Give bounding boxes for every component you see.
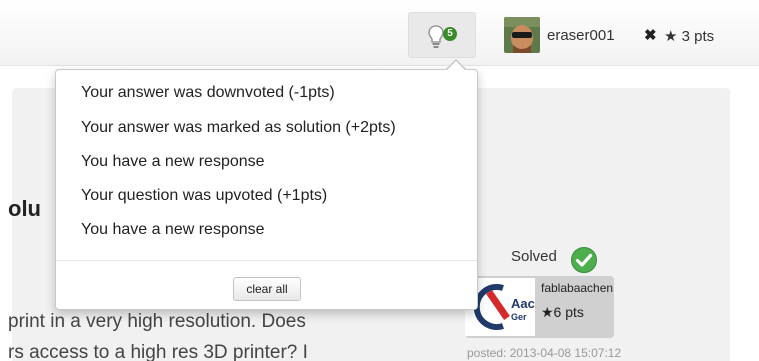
dropdown-caret-fill — [446, 61, 466, 71]
lightbulb-icon — [428, 25, 444, 48]
org-logo-subtext: Ger — [511, 312, 527, 322]
notifications-button[interactable]: 5 — [408, 12, 476, 58]
notifications-dropdown: Your answer was downvoted (-1pts) Your a… — [55, 69, 478, 310]
posted-timestamp: posted: 2013-04-08 15:07:12 — [467, 346, 622, 360]
question-body-line: rs access to a high res 3D printer? I — [8, 342, 308, 361]
answerer-points: ★6 pts — [541, 304, 584, 320]
user-menu[interactable]: eraser001 ✖ ★ 3 pts — [492, 12, 747, 58]
question-title: olu — [8, 196, 41, 221]
clear-all-button[interactable]: clear all — [233, 277, 301, 301]
top-navbar: 5 eraser001 ✖ ★ 3 pts — [0, 0, 759, 66]
answerer-name[interactable]: fablabaachen — [541, 281, 613, 295]
notification-item[interactable]: You have a new response — [81, 153, 265, 171]
dropdown-divider — [56, 260, 477, 261]
notification-item[interactable]: Your answer was marked as solution (+2pt… — [81, 119, 396, 137]
username-link[interactable]: eraser001 — [547, 27, 615, 44]
answerer-card[interactable]: Aac Ger fablabaachen ★6 pts — [465, 276, 614, 338]
avatar-image — [504, 17, 540, 53]
logout-icon[interactable]: ✖ — [644, 26, 657, 44]
checkmark-icon — [571, 247, 597, 273]
user-points: ★ 3 pts — [664, 28, 715, 45]
question-body-line: print in a very high resolution. Does — [8, 311, 306, 332]
notification-item[interactable]: You have a new response — [81, 221, 265, 239]
notification-item[interactable]: Your answer was downvoted (-1pts) — [81, 84, 335, 102]
solved-label: Solved — [511, 248, 557, 265]
notification-item[interactable]: Your question was upvoted (+1pts) — [81, 187, 327, 205]
notification-count-badge: 5 — [443, 27, 457, 41]
org-logo-text: Aac — [511, 296, 535, 311]
user-avatar[interactable] — [504, 17, 540, 53]
